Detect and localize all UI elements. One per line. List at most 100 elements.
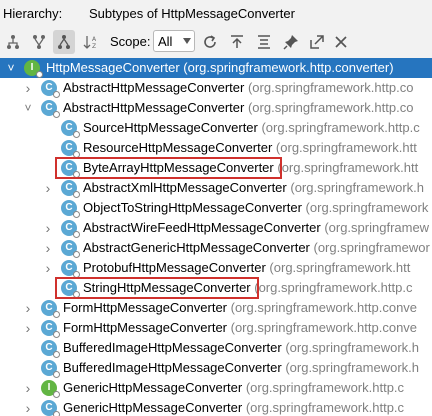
interface-icon: I — [24, 60, 43, 78]
class-name: GenericHttpMessageConverter — [63, 380, 243, 395]
tree-item-label: ProtobufHttpMessageConverter (org.spring… — [83, 260, 410, 275]
tree-item-label: FormHttpMessageConverter (org.springfram… — [63, 300, 417, 315]
interface-icon: I — [41, 380, 60, 398]
scope-value: All — [158, 34, 173, 49]
tree-row[interactable]: › C FormHttpMessageConverter (org.springfr… — [0, 318, 432, 338]
package-name: (org.springframework.http.c — [242, 380, 405, 395]
class-name: ObjectToStringHttpMessageConverter — [83, 200, 302, 215]
class-icon: C — [61, 200, 80, 218]
tree-item-label: ObjectToStringHttpMessageConverter (org.… — [83, 200, 428, 215]
hierarchy-subtitle: Subtypes of HttpMessageConverter — [89, 6, 295, 21]
tree-item-label: SourceHttpMessageConverter (org.springfr… — [83, 120, 420, 135]
class-name: GenericHttpMessageConverter — [63, 400, 243, 415]
package-name: (org.springframew — [320, 220, 430, 235]
class-name: AbstractHttpMessageConverter — [63, 80, 245, 95]
package-name: (org.springframewor — [309, 240, 430, 255]
chevron-right-icon[interactable]: › — [43, 241, 53, 255]
package-name: (org.springframework.h — [286, 180, 425, 195]
export-icon[interactable] — [226, 26, 248, 58]
tree-row[interactable]: C SourceHttpMessageConverter (org.springf… — [0, 118, 432, 138]
sort-alpha-icon[interactable]: AZ — [80, 26, 102, 58]
class-icon: C — [61, 180, 80, 198]
chevron-right-icon[interactable]: › — [23, 401, 33, 415]
highlight-box — [55, 277, 259, 299]
open-in-window-icon[interactable] — [306, 26, 328, 58]
hierarchy-tree: ˅ I HttpMessageConverter (org.springframew… — [0, 58, 432, 416]
class-icon: C — [61, 260, 80, 278]
chevron-down-icon[interactable]: ˅ — [6, 62, 16, 74]
hierarchy-title-bar: Hierarchy: Subtypes of HttpMessageConver… — [0, 0, 432, 26]
class-name: FormHttpMessageConverter — [63, 300, 227, 315]
package-name: (org.springframework.http.c — [250, 280, 413, 295]
class-icon: C — [61, 140, 80, 158]
class-icon: C — [41, 100, 60, 118]
class-name: ProtobufHttpMessageConverter — [83, 260, 266, 275]
class-name: AbstractGenericHttpMessageConverter — [83, 240, 310, 255]
chevron-right-icon[interactable]: › — [43, 261, 53, 275]
class-name: HttpMessageConverter — [46, 60, 180, 75]
tree-item-label: ResourceHttpMessageConverter (org.spring… — [83, 140, 417, 155]
pin-icon[interactable] — [280, 26, 302, 58]
tree-row[interactable]: › I GenericHttpMessageConverter (org.sprin… — [0, 378, 432, 398]
chevron-down-icon[interactable]: ˅ — [23, 102, 33, 114]
class-icon: C — [41, 340, 60, 358]
package-name: (org.springframework — [301, 200, 429, 215]
refresh-icon[interactable] — [199, 26, 221, 58]
chevron-right-icon[interactable]: › — [43, 221, 53, 235]
close-icon[interactable] — [330, 26, 352, 58]
package-name: (org.springframework.htt — [272, 140, 417, 155]
class-icon: C — [41, 320, 60, 338]
hierarchy-toolbar: AZ Scope: All — [0, 26, 432, 58]
class-name: AbstractHttpMessageConverter — [63, 100, 245, 115]
hierarchy-label: Hierarchy: — [3, 6, 63, 21]
class-icon: C — [61, 220, 80, 238]
tree-item-label: FormHttpMessageConverter (org.springfram… — [63, 320, 417, 335]
package-name: (org.springframework.http.co — [244, 100, 414, 115]
class-hierarchy-icon[interactable] — [2, 26, 24, 58]
tree-row[interactable]: › C AbstractHttpMessageConverter (org.spri… — [0, 78, 432, 98]
class-icon: C — [41, 80, 60, 98]
chevron-right-icon[interactable]: › — [23, 381, 33, 395]
class-name: BufferedImageHttpMessageConverter — [63, 360, 282, 375]
chevron-down-icon — [183, 38, 191, 44]
subtypes-icon[interactable] — [53, 30, 75, 54]
package-name: (org.springframework.http.co — [244, 80, 414, 95]
tree-row[interactable]: › C AbstractWireFeedHttpMessageConverter (… — [0, 218, 432, 238]
supertypes-icon[interactable] — [28, 26, 50, 58]
package-name: (org.springframework.http.c — [257, 120, 420, 135]
tree-item-label: BufferedImageHttpMessageConverter (org.s… — [63, 340, 419, 355]
package-name: (org.springframework.http.conve — [227, 300, 418, 315]
tree-row[interactable]: › C FormHttpMessageConverter (org.springfr… — [0, 298, 432, 318]
tree-row[interactable]: C BufferedImageHttpMessageConverter (org.… — [0, 338, 432, 358]
highlight-box — [55, 157, 282, 179]
tree-item-label: AbstractWireFeedHttpMessageConverter (or… — [83, 220, 429, 235]
tree-row[interactable]: C ResourceHttpMessageConverter (org.sprin… — [0, 138, 432, 158]
tree-row[interactable]: ˅ I HttpMessageConverter (org.springframew… — [0, 58, 432, 78]
svg-text:A: A — [92, 36, 97, 43]
chevron-right-icon[interactable]: › — [23, 301, 33, 315]
class-icon: C — [41, 300, 60, 318]
scope-label: Scope: — [110, 34, 151, 49]
chevron-right-icon[interactable]: › — [43, 181, 53, 195]
tree-row[interactable]: ˅ C AbstractHttpMessageConverter (org.spri… — [0, 98, 432, 118]
class-name: ResourceHttpMessageConverter — [83, 140, 273, 155]
class-icon: C — [41, 360, 60, 378]
tree-item-label: BufferedImageHttpMessageConverter (org.s… — [63, 360, 419, 375]
tree-item-label: AbstractXmlHttpMessageConverter (org.spr… — [83, 180, 424, 195]
tree-row[interactable]: › C AbstractXmlHttpMessageConverter (org.s… — [0, 178, 432, 198]
tree-row[interactable]: C BufferedImageHttpMessageConverter (org.… — [0, 358, 432, 378]
tree-item-label: AbstractHttpMessageConverter (org.spring… — [63, 100, 413, 115]
chevron-right-icon[interactable]: › — [23, 81, 33, 95]
tree-row[interactable]: › C ProtobufHttpMessageConverter (org.spri… — [0, 258, 432, 278]
scope-select[interactable]: All — [153, 30, 195, 52]
package-name: (org.springframework.h — [281, 360, 419, 375]
tree-row[interactable]: › C AbstractGenericHttpMessageConverter (o… — [0, 238, 432, 258]
svg-text:Z: Z — [92, 43, 96, 50]
tree-row[interactable]: › C GenericHttpMessageConverter (org.sprin… — [0, 398, 432, 416]
class-name: SourceHttpMessageConverter — [83, 120, 258, 135]
tree-row[interactable]: C ObjectToStringHttpMessageConverter (org… — [0, 198, 432, 218]
package-name: (org.springframework.h — [281, 340, 419, 355]
collapse-all-icon[interactable] — [253, 26, 275, 58]
class-name: AbstractWireFeedHttpMessageConverter — [83, 220, 321, 235]
chevron-right-icon[interactable]: › — [23, 321, 33, 335]
